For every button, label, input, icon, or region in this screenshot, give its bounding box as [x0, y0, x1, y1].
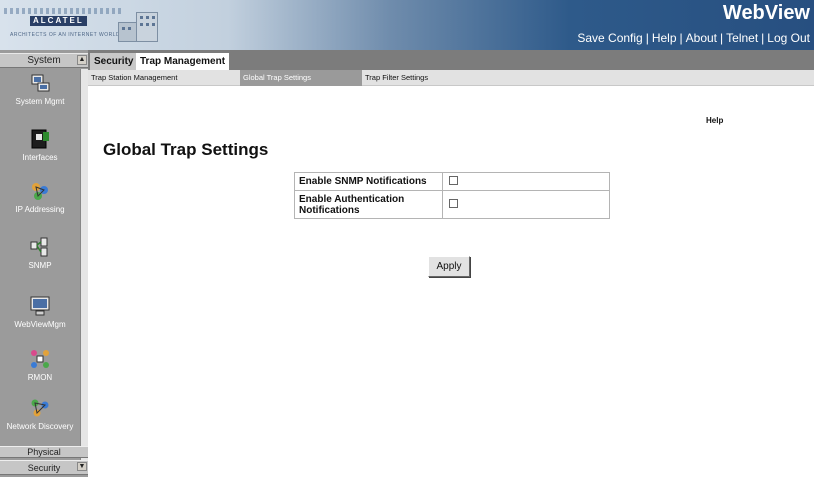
subtab-global-trap-settings[interactable]: Global Trap Settings — [240, 70, 362, 86]
sidebar-item-label: IP Addressing — [15, 205, 65, 214]
apply-button[interactable]: Apply — [428, 256, 470, 277]
table-row: Enable Authentication Notifications — [294, 190, 610, 219]
logout-link[interactable]: Log Out — [767, 31, 810, 45]
webview-window: ALCATEL ARCHITECTS OF AN INTERNET WORLD … — [0, 0, 814, 477]
scroll-up-icon[interactable]: ▲ — [77, 55, 87, 65]
app-title: WebView — [722, 2, 810, 24]
sidebar-section-label: Security — [27, 463, 61, 473]
link-separator: | — [720, 31, 724, 45]
system-mgmt-icon — [31, 74, 50, 92]
enable-authentication-notifications-checkbox[interactable] — [449, 198, 458, 208]
sidebar-section-label: Physical — [27, 447, 61, 457]
snmp-icon — [30, 237, 48, 257]
sidebar-item-ip-addressing[interactable]: IP Addressing — [0, 180, 80, 214]
page-title: Global Trap Settings — [103, 140, 269, 159]
subtab-bar: Trap Station Management Global Trap Sett… — [88, 70, 814, 86]
building-icon — [118, 10, 160, 42]
brand-tagline: ARCHITECTS OF AN INTERNET WORLD — [10, 32, 121, 38]
telnet-link[interactable]: Telnet — [726, 31, 758, 45]
sidebar-scrollbar[interactable] — [80, 69, 88, 461]
about-link[interactable]: About — [686, 31, 717, 45]
sidebar-item-interfaces[interactable]: Interfaces — [0, 128, 80, 162]
tab-trap-management[interactable]: Trap Management — [136, 53, 230, 70]
enable-snmp-notifications-checkbox[interactable] — [449, 175, 458, 185]
sidebar-item-label: SNMP — [28, 261, 52, 270]
sidebar: System ▲ System Mgmt Interfaces IP Addre… — [0, 50, 88, 477]
webview-mgmt-icon — [30, 296, 50, 316]
sidebar-item-label: Network Discovery — [6, 422, 74, 431]
header-links: Save Config | Help | About | Telnet | Log Out — [577, 31, 810, 45]
network-discovery-icon — [31, 399, 49, 417]
header-banner: ALCATEL ARCHITECTS OF AN INTERNET WORLD … — [0, 0, 814, 50]
setting-label: Enable SNMP Notifications — [294, 172, 443, 191]
interfaces-icon — [31, 129, 49, 149]
setting-value-cell — [442, 190, 610, 219]
link-separator: | — [645, 31, 649, 45]
sidebar-section-physical[interactable]: Physical — [0, 446, 88, 458]
tab-bar: Security Trap Management — [88, 50, 814, 70]
alcatel-logo: ALCATEL ARCHITECTS OF AN INTERNET WORLD — [4, 6, 122, 40]
help-link[interactable]: Help — [706, 116, 723, 125]
sidebar-item-label: RMON — [27, 373, 53, 382]
sidebar-section-system[interactable]: System ▲ — [0, 53, 88, 68]
scroll-down-icon[interactable]: ▼ — [77, 462, 87, 471]
brand-name: ALCATEL — [30, 16, 87, 26]
sidebar-section-label: System — [27, 55, 61, 66]
ip-addressing-icon — [32, 183, 48, 200]
save-config-link[interactable]: Save Config — [577, 31, 642, 45]
sidebar-item-label: System Mgmt — [15, 97, 65, 106]
sidebar-item-webview-mgmt[interactable]: WebViewMgm — [0, 295, 80, 329]
tab-security[interactable]: Security — [90, 53, 138, 70]
sidebar-item-rmon[interactable]: RMON — [0, 348, 80, 382]
help-header-link[interactable]: Help — [652, 31, 677, 45]
table-row: Enable SNMP Notifications — [294, 172, 610, 191]
sidebar-section-security[interactable]: Security ▼ — [0, 460, 88, 475]
sidebar-item-snmp[interactable]: SNMP — [0, 236, 80, 270]
setting-label: Enable Authentication Notifications — [294, 190, 443, 219]
logo-dot-pattern — [4, 8, 122, 14]
rmon-icon — [31, 350, 49, 368]
subtab-trap-filter-settings[interactable]: Trap Filter Settings — [362, 70, 431, 86]
settings-table: Enable SNMP Notifications Enable Authent… — [294, 172, 610, 219]
link-separator: | — [679, 31, 683, 45]
sidebar-item-network-discovery[interactable]: Network Discovery — [0, 397, 80, 431]
subtab-trap-station-management[interactable]: Trap Station Management — [88, 70, 180, 86]
sidebar-item-system-mgmt[interactable]: System Mgmt — [0, 72, 80, 106]
setting-value-cell — [442, 172, 610, 191]
sidebar-item-label: WebViewMgm — [14, 320, 66, 329]
link-separator: | — [761, 31, 765, 45]
sidebar-item-label: Interfaces — [22, 153, 58, 162]
